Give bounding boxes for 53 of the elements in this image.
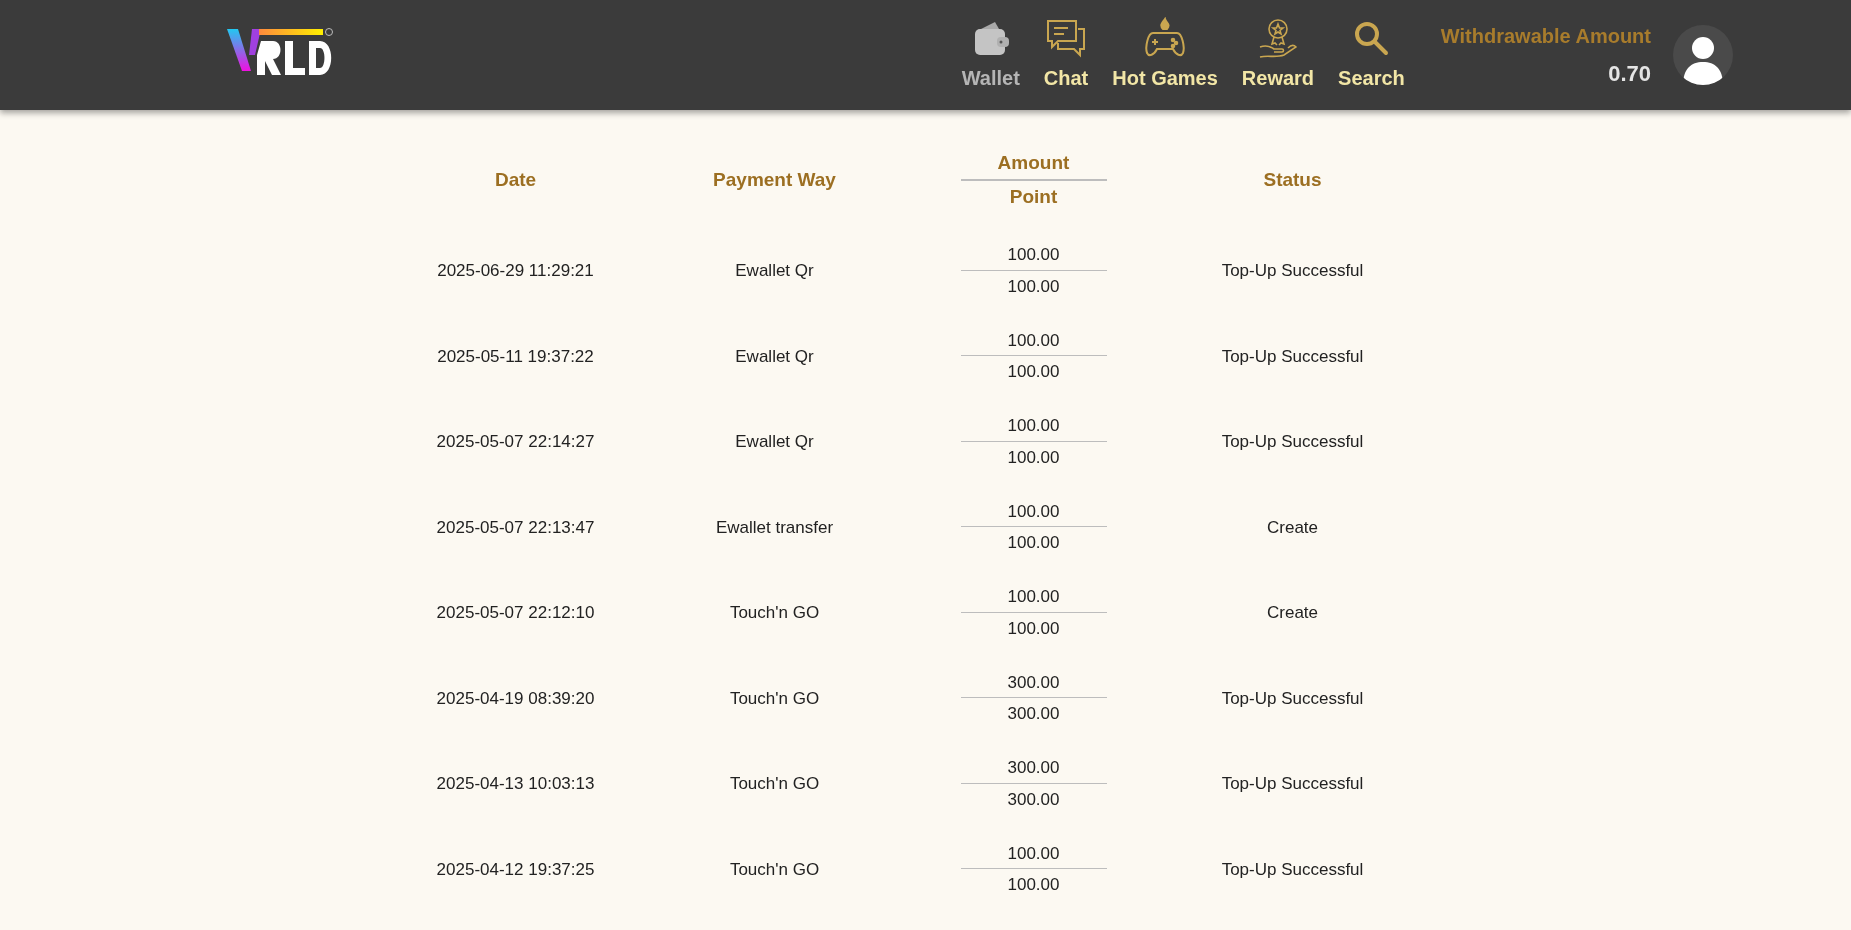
column-header: Amount	[997, 150, 1070, 175]
status-cell-text: Top-Up Successful	[1221, 687, 1364, 710]
point-cell-text: 100.00	[1007, 532, 1060, 555]
point-cell-text: 300.00	[1007, 703, 1060, 726]
point-cell-text: 100.00	[1007, 275, 1060, 298]
status-cell-text: Top-Up Successful	[1221, 773, 1364, 795]
amount-cell-text: 100.00	[1007, 329, 1060, 352]
payment-cell-text: Touch'n GO	[729, 773, 820, 795]
amount-cell-text: 300.00	[1007, 757, 1060, 780]
status-cell-text: Create	[1267, 602, 1318, 624]
column-header: Date	[494, 167, 537, 192]
nav-item[interactable]: Reward	[1241, 17, 1315, 93]
point-cell-text: 100.00	[1007, 361, 1060, 384]
nav-item[interactable]: Hot Games	[1112, 17, 1218, 93]
payment-cell-text: Touch'n GO	[729, 858, 820, 881]
amount-cell-text: 100.00	[1007, 244, 1060, 267]
amount-cell-text: 100.00	[1007, 842, 1060, 865]
date-cell-text: 2025-04-13 10:03:13	[436, 773, 595, 795]
payment-cell-text: Ewallet transfer	[715, 516, 834, 539]
date-cell-text: 2025-05-07 22:13:47	[436, 516, 595, 539]
status-cell-text: Create	[1267, 516, 1318, 539]
date-cell-text: 2025-04-19 08:39:20	[436, 687, 595, 710]
date-cell-text: 2025-04-12 19:37:25	[436, 858, 595, 881]
status-cell-text: Top-Up Successful	[1221, 260, 1364, 282]
column-header: Status	[1263, 167, 1322, 192]
point-cell-text: 100.00	[1007, 617, 1060, 640]
status-cell-text: Top-Up Successful	[1221, 345, 1364, 368]
payment-cell-text: Ewallet Qr	[735, 260, 814, 282]
status-cell-text: Top-Up Successful	[1221, 431, 1364, 453]
column-header: Point	[1009, 185, 1058, 209]
payment-cell-text: Touch'n GO	[729, 602, 820, 624]
payment-cell-text: Ewallet Qr	[735, 345, 814, 368]
payment-cell-text: Ewallet Qr	[735, 431, 814, 453]
status-cell-text: Top-Up Successful	[1221, 858, 1364, 881]
date-cell-text: 2025-05-11 19:37:22	[437, 345, 594, 368]
nav-item[interactable]: Search	[1338, 17, 1405, 93]
date-cell-text: 2025-05-07 22:12:10	[436, 602, 595, 624]
balance-value: 0.70	[1608, 59, 1651, 88]
user-silhouette-icon	[1681, 35, 1725, 85]
column-header: Payment Way	[713, 167, 836, 192]
date-cell-text: 2025-06-29 11:29:21	[437, 260, 594, 282]
amount-cell-text: 100.00	[1007, 500, 1060, 523]
amount-cell-text: 300.00	[1007, 671, 1060, 694]
point-cell-text: 100.00	[1007, 446, 1060, 469]
point-cell-text: 300.00	[1007, 788, 1060, 811]
payment-cell-text: Touch'n GO	[729, 687, 820, 710]
nav-item[interactable]: Chat	[1043, 17, 1089, 93]
amount-cell-text: 100.00	[1007, 415, 1060, 438]
date-cell-text: 2025-05-07 22:14:27	[436, 431, 595, 453]
amount-cell-text: 100.00	[1007, 586, 1060, 609]
point-cell-text: 100.00	[1007, 874, 1060, 897]
nav-item[interactable]: Wallet	[961, 17, 1020, 93]
balance-label: Withdrawable Amount	[1440, 23, 1651, 49]
